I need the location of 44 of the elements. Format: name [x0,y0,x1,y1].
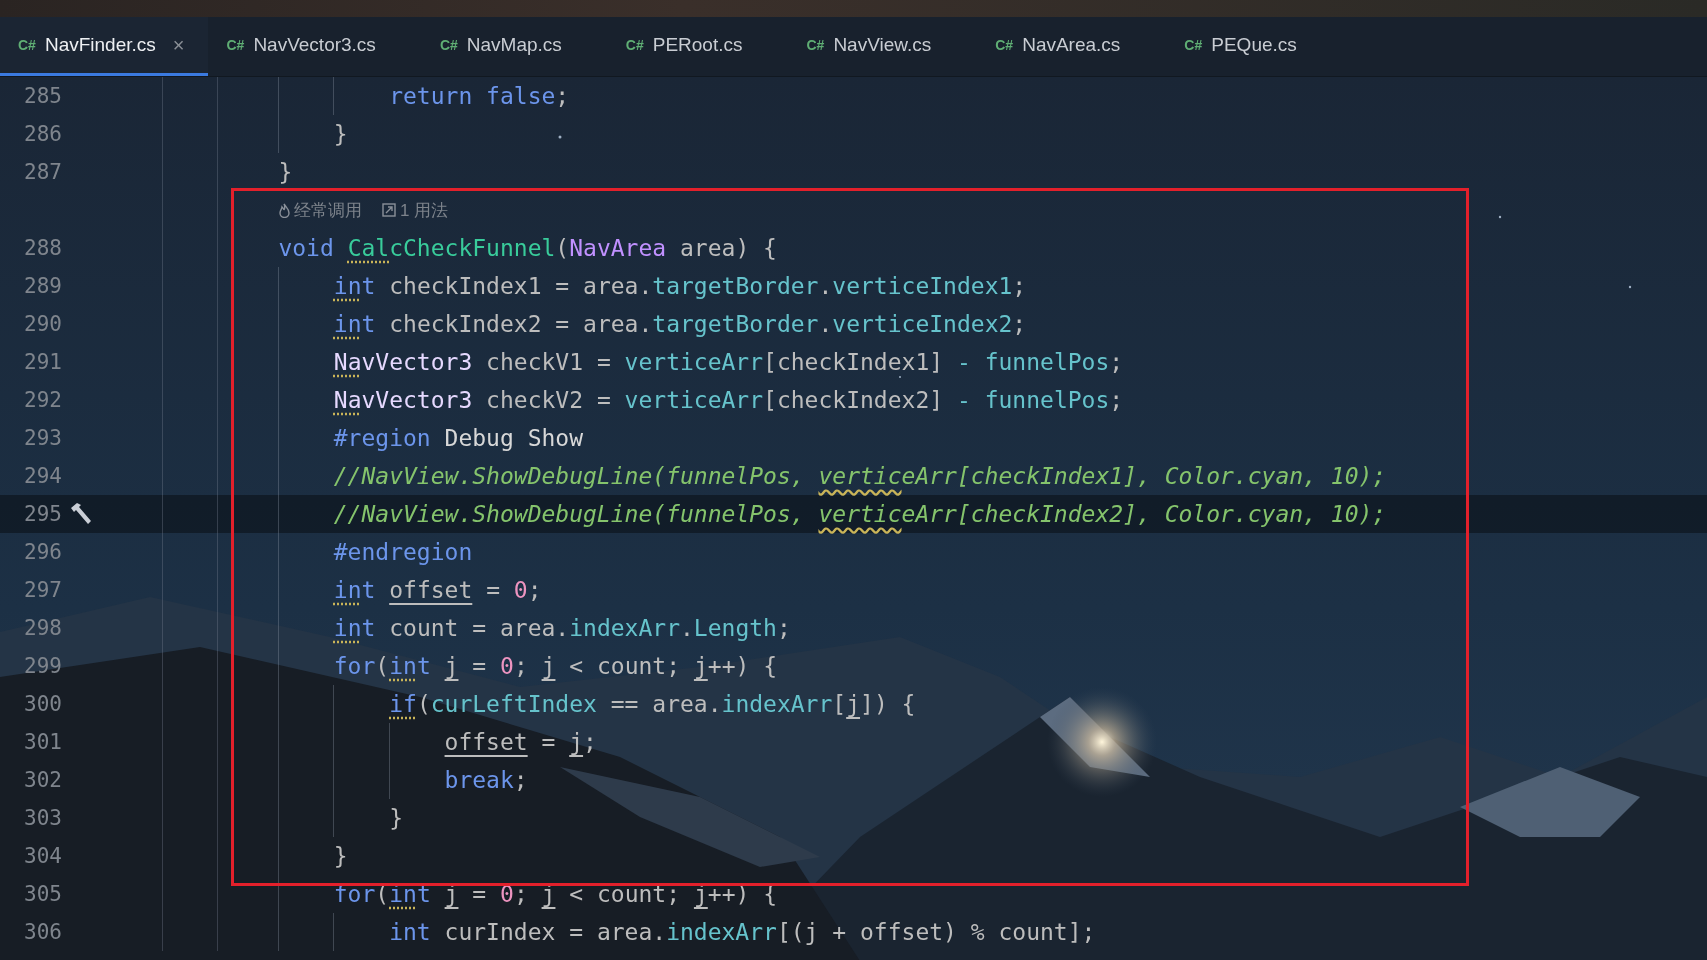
line-number: 293 [24,426,63,450]
csharp-file-icon: C# [1184,37,1203,53]
file-tab[interactable]: C# NavArea.cs [977,17,1167,76]
line-number: 292 [24,388,63,412]
csharp-file-icon: C# [995,37,1014,53]
line-number: 295 [24,502,63,526]
line-number: 290 [24,312,63,336]
flame-icon [279,202,290,218]
line-number: 304 [24,844,63,868]
csharp-file-icon: C# [625,37,644,53]
line-number: 285 [24,84,63,108]
hammer-icon[interactable] [68,501,94,527]
line-number: 299 [24,654,63,678]
line-number: 289 [24,274,63,298]
csharp-file-icon: C# [439,37,458,53]
inlay-hint[interactable]: 1 用法 [382,198,449,222]
file-tab[interactable]: C# PEQue.cs [1166,17,1343,76]
line-number: 296 [24,540,63,564]
external-link-icon [382,203,396,217]
line-number: 287 [24,160,63,184]
line-number: 300 [24,692,63,716]
line-number: 291 [24,350,63,374]
line-number: 301 [24,730,63,754]
close-tab-button[interactable]: × [172,33,185,57]
line-number: 303 [24,806,63,830]
file-tab[interactable]: C# NavView.cs [788,17,978,76]
line-number: 297 [24,578,63,602]
line-number: 306 [24,920,63,944]
file-tab[interactable]: C# NavFinder.cs × [0,17,209,76]
csharp-file-icon: C# [226,37,245,53]
line-number: 305 [24,882,63,906]
code-line: } [277,158,294,187]
csharp-file-icon: C# [806,37,825,53]
file-tab[interactable]: C# NavMap.cs [421,17,608,76]
line-number: 302 [24,768,63,792]
file-tab[interactable]: C# PERoot.cs [607,17,789,76]
line-number: 298 [24,616,63,640]
line-number: 288 [24,236,63,260]
csharp-file-icon: C# [18,37,36,53]
line-number: 294 [24,464,63,488]
code-line: void CalcCheckFunnel(NavArea area) { [277,234,778,263]
line-number: 286 [24,122,63,146]
inlay-hint[interactable]: 经常调用 [279,198,362,222]
file-tab[interactable]: C# NavVector3.cs [208,17,422,76]
